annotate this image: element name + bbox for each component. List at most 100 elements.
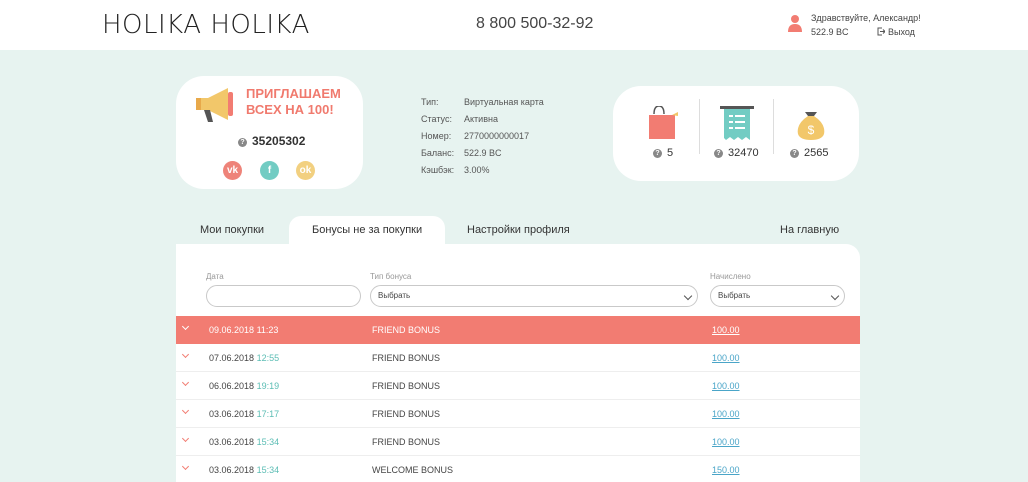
invite-code-value: 35205302 [252,134,306,148]
tab-purchases[interactable]: Мои покупки [200,216,264,244]
row-time: 19:19 [256,381,280,391]
row-type: FRIEND BONUS [372,409,441,419]
logout-button[interactable]: Выход [877,27,915,37]
chevron-down-icon[interactable] [181,406,190,415]
tab-settings[interactable]: Настройки профиля [467,216,570,244]
row-amount-link[interactable]: 100.00 [712,325,740,335]
info-label: Баланс: [421,148,455,158]
row-type: WELCOME BONUS [372,465,454,475]
row-datetime: 09.06.2018 11:23 [209,325,278,335]
row-type: FRIEND BONUS [372,437,441,447]
row-amount-link[interactable]: 100.00 [712,409,740,419]
stat-value: ? 32470 [714,147,759,159]
table-row[interactable]: 09.06.2018 11:23 FRIEND BONUS 100.00 [176,316,860,344]
chevron-down-icon[interactable] [181,322,190,331]
user-icon[interactable] [788,14,802,32]
table-row[interactable]: 03.06.2018 15:34 WELCOME BONUS 150.00 [176,456,860,482]
row-date: 03.06.2018 [209,409,255,419]
stat-receipts: ? 32470 [700,86,776,181]
info-label: Статус: [421,114,452,124]
stat-value: ? 2565 [790,147,828,159]
row-time: 11:23 [256,325,279,335]
header-balance: 522.9 BC [811,27,849,37]
megaphone-icon [196,88,233,122]
row-date: 07.06.2018 [209,353,255,363]
chevron-down-icon[interactable] [181,462,190,471]
stat-number: 5 [667,147,674,159]
row-type: FRIEND BONUS [372,353,441,363]
type-filter-value: Выбрать [378,291,411,300]
chevron-down-icon [683,291,693,301]
table-row[interactable]: 03.06.2018 17:17 FRIEND BONUS 100.00 [176,400,860,428]
chevron-down-icon[interactable] [181,378,190,387]
question-icon[interactable]: ? [790,149,799,158]
row-amount-link[interactable]: 150.00 [712,465,740,475]
info-row-type: Тип: Виртуальная карта [421,94,544,111]
stat-divider [773,99,774,154]
row-amount-link[interactable]: 100.00 [712,381,740,391]
row-amount-link[interactable]: 100.00 [712,353,740,363]
promo-line-1: ПРИГЛАШАЕМ [246,86,341,101]
row-datetime: 07.06.2018 12:55 [209,353,279,363]
stat-number: 2565 [804,147,829,159]
accrued-filter-value: Выбрать [718,291,751,300]
info-row-status: Статус: Активна [421,111,544,128]
date-filter-label: Дата [206,272,224,281]
table-row[interactable]: 07.06.2018 12:55 FRIEND BONUS 100.00 [176,344,860,372]
row-date: 06.06.2018 [209,381,255,391]
question-icon[interactable]: ? [653,149,662,158]
money-bag-icon: $ [797,112,825,140]
row-type: FRIEND BONUS [372,325,441,335]
home-link[interactable]: На главную [780,216,839,244]
info-value: 2770000000017 [464,131,530,141]
stat-purchases: ? 5 [623,86,699,181]
row-time: 12:55 [256,353,280,363]
table-row[interactable]: 06.06.2018 19:19 FRIEND BONUS 100.00 [176,372,860,400]
row-date: 03.06.2018 [209,465,255,475]
info-label: Кэшбэк: [421,165,455,175]
logo[interactable]: HOLIKA HOLIKA [102,10,310,40]
row-time: 17:17 [256,409,280,419]
info-label: Тип: [421,97,439,107]
chevron-down-icon[interactable] [181,434,190,443]
info-value: 3.00% [464,165,490,175]
type-filter-select[interactable]: Выбрать [370,285,698,307]
type-filter-label: Тип бонуса [370,272,412,281]
vk-icon[interactable]: vk [223,161,242,180]
receipt-icon [720,106,754,140]
row-datetime: 03.06.2018 17:17 [209,409,279,419]
accrued-filter-select[interactable]: Выбрать [710,285,845,307]
tab-bonuses[interactable]: Бонусы не за покупки [289,216,446,244]
date-filter-input[interactable] [206,285,361,307]
info-value: Виртуальная карта [464,97,544,107]
row-amount-link[interactable]: 100.00 [712,437,740,447]
accrued-filter-label: Начислено [710,272,751,281]
promo-card: ПРИГЛАШАЕМ ВСЕХ НА 100! ? 35205302 vk f o… [176,76,363,189]
greeting-text: Здравствуйте, Александр! [811,13,921,23]
row-time: 15:34 [256,437,280,447]
stat-number: 32470 [728,147,759,159]
question-icon[interactable]: ? [714,149,723,158]
table-row[interactable]: 03.06.2018 15:34 FRIEND BONUS 100.00 [176,428,860,456]
row-datetime: 03.06.2018 15:34 [209,437,279,447]
invite-code: ? 35205302 [238,134,305,148]
shopping-bag-icon [649,106,678,139]
row-date: 03.06.2018 [209,437,255,447]
odnoklassniki-icon[interactable]: ok [296,161,315,180]
row-datetime: 03.06.2018 15:34 [209,465,279,475]
row-type: FRIEND BONUS [372,381,441,391]
svg-text:$: $ [808,123,815,137]
facebook-icon[interactable]: f [260,161,279,180]
stats-card: ? 5 ? 32470 $ ? 2565 [613,86,859,181]
info-row-cashback: Кэшбэк: 3.00% [421,162,544,179]
promo-headline[interactable]: ПРИГЛАШАЕМ ВСЕХ НА 100! [246,86,356,118]
row-datetime: 06.06.2018 19:19 [209,381,279,391]
info-value: Активна [464,114,498,124]
info-row-balance: Баланс: 522.9 BC [421,145,544,162]
stat-bonuses: $ ? 2565 [776,86,852,181]
promo-line-2: ВСЕХ НА 100! [246,102,334,117]
logout-label: Выход [888,27,915,37]
chevron-down-icon[interactable] [181,350,190,359]
question-icon[interactable]: ? [238,138,247,147]
header: HOLIKA HOLIKA 8 800 500-32-92 Здравствуй… [0,0,1028,50]
